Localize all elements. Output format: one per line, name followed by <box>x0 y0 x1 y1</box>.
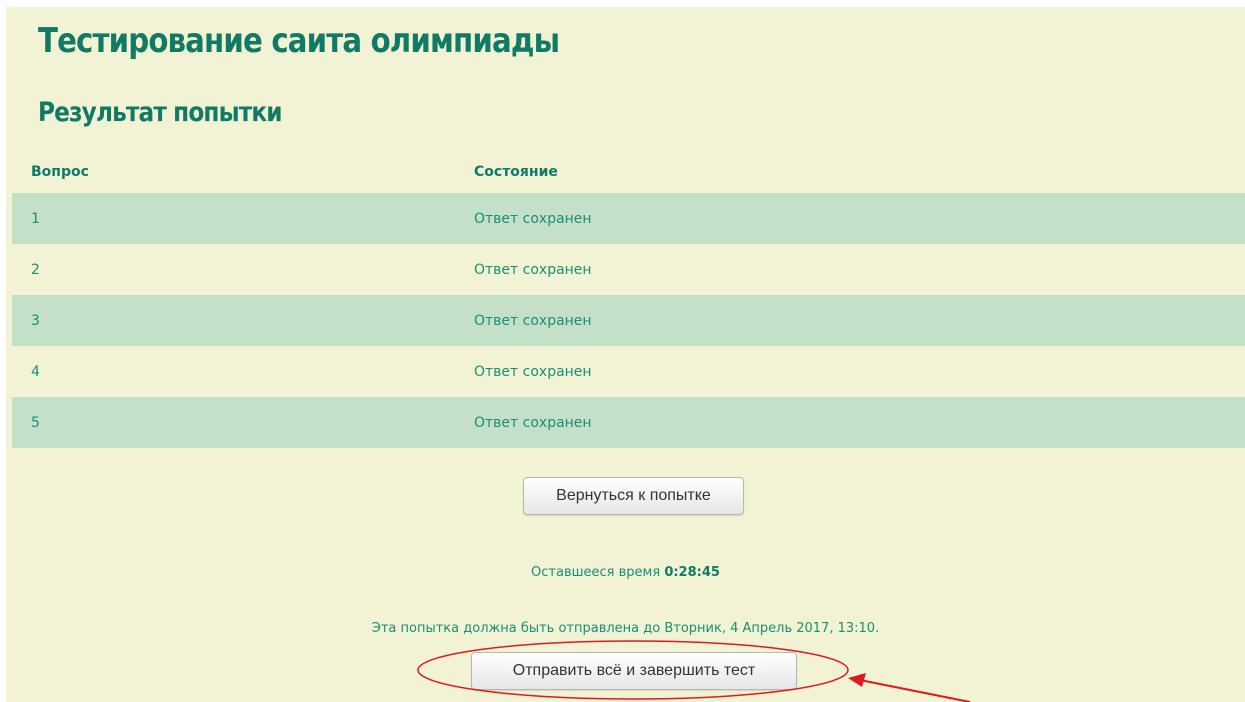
question-status: Ответ сохранен <box>468 244 1245 295</box>
submit-all-and-finish-button[interactable]: Отправить всё и завершить тест <box>471 652 797 690</box>
column-header-question: Вопрос <box>31 163 89 180</box>
table-row[interactable]: 3 Ответ сохранен <box>12 295 1245 346</box>
question-number[interactable]: 3 <box>12 295 468 346</box>
table-row[interactable]: 1 Ответ сохранен <box>12 193 1245 244</box>
question-status: Ответ сохранен <box>468 397 1245 448</box>
table-header-row: Вопрос Состояние <box>12 150 1245 193</box>
table-row[interactable]: 4 Ответ сохранен <box>12 346 1245 397</box>
table-row[interactable]: 2 Ответ сохранен <box>12 244 1245 295</box>
question-number[interactable]: 2 <box>12 244 468 295</box>
question-number[interactable]: 4 <box>12 346 468 397</box>
time-remaining-value: 0:28:45 <box>664 565 720 580</box>
table-row[interactable]: 5 Ответ сохранен <box>12 397 1245 448</box>
time-remaining: Оставшееся время 0:28:45 <box>6 565 1245 580</box>
summary-table: Вопрос Состояние 1 Ответ сохранен 2 Отве… <box>12 150 1245 448</box>
question-status: Ответ сохранен <box>468 346 1245 397</box>
return-to-attempt-button[interactable]: Вернуться к попытке <box>523 477 744 515</box>
time-remaining-label: Оставшееся время <box>531 565 661 580</box>
question-status: Ответ сохранен <box>468 193 1245 244</box>
quiz-title: Тестирование саита олимпиады <box>38 21 560 61</box>
question-number[interactable]: 1 <box>12 193 468 244</box>
quiz-summary-page: Тестирование саита олимпиады Результат п… <box>6 7 1245 702</box>
question-number[interactable]: 5 <box>12 397 468 448</box>
deadline-notice: Эта попытка должна быть отправлена до Вт… <box>371 621 880 636</box>
summary-title: Результат попытки <box>38 97 283 128</box>
question-status: Ответ сохранен <box>468 295 1245 346</box>
column-header-status: Состояние <box>474 163 558 180</box>
